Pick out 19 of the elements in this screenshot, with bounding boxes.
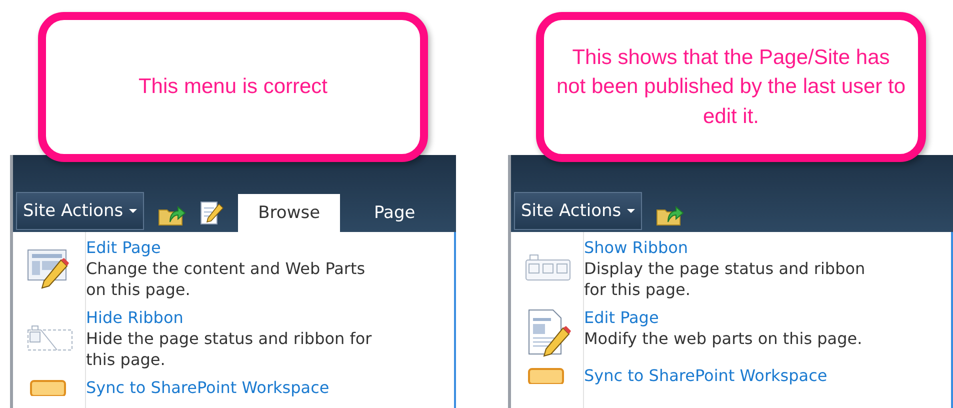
ribbon-tab[interactable]: Page bbox=[354, 194, 436, 232]
callout-note: This menu is correct bbox=[38, 12, 428, 162]
site-actions-button[interactable]: Site Actions bbox=[514, 192, 642, 230]
menu-item-link[interactable]: Sync to SharePoint Workspace bbox=[86, 378, 386, 398]
menu-item-link[interactable]: Edit Page bbox=[584, 308, 884, 328]
menu-item-link[interactable]: Sync to SharePoint Workspace bbox=[584, 366, 884, 386]
menu-item-description: Modify the web parts on this page. bbox=[584, 328, 864, 349]
caret-icon bbox=[129, 209, 138, 213]
menu-item-description: Display the page status and ribbon for this page. bbox=[584, 258, 866, 300]
menu-item-link[interactable]: Hide Ribbon bbox=[86, 308, 386, 328]
caret-icon bbox=[627, 209, 636, 213]
menu-item-link[interactable]: Edit Page bbox=[86, 238, 386, 258]
ribbon-tab[interactable]: Browse bbox=[238, 194, 340, 232]
site-actions-button[interactable]: Site Actions bbox=[16, 192, 144, 230]
callout-note: This shows that the Page/Site has not been published by the last user to edit it. bbox=[536, 12, 926, 162]
menu-item-description: Hide the page status and ribbon for this page. bbox=[86, 328, 373, 370]
edit-icon[interactable] bbox=[200, 200, 224, 226]
menu-item-description: Change the content and Web Parts on this page. bbox=[86, 258, 366, 300]
menu-item-link[interactable]: Show Ribbon bbox=[584, 238, 884, 258]
